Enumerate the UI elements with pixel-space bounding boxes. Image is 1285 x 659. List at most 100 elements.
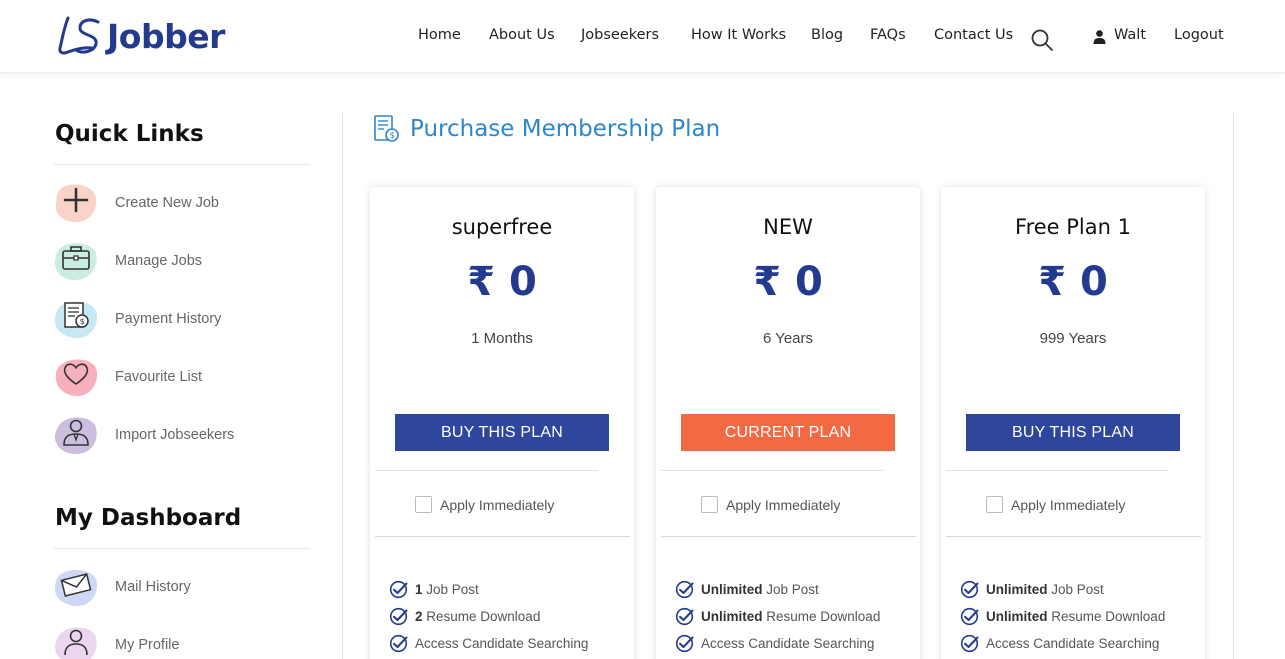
sidebar-item-label: Mail History [115,579,191,595]
card-divider [661,536,916,537]
nav-contact-us[interactable]: Contact Us [934,27,1013,43]
sidebar-item-mail-history[interactable]: Mail History [54,565,310,609]
plus-icon [54,181,98,225]
feature-text: Resume Download [1047,609,1166,624]
plan-name: superfree [451,215,553,239]
check-circle-icon [389,634,408,653]
feature-text: Access Candidate Searching [701,636,875,651]
check-circle-icon [960,634,979,653]
plan-feature: Unlimited Job Post [960,580,1104,599]
plan-price: ₹ 0 [753,259,823,305]
check-circle-icon [675,607,694,626]
search-icon[interactable] [1030,28,1054,52]
check-circle-icon [389,607,408,626]
plan-duration: 6 Years [762,330,814,347]
plan-feature: 2 Resume Download [389,607,540,626]
apply-immediately-checkbox[interactable] [986,496,1003,513]
mail-icon [54,565,98,609]
dashboard-divider [54,548,310,549]
payment-receipt-icon: $ [374,115,399,142]
nav-user-name[interactable]: Walt [1114,27,1146,43]
site-header: Jobber Home About Us Jobseekers How It W… [0,0,1285,73]
apply-immediately-option[interactable]: Apply Immediately [701,496,840,513]
plan-name: Free Plan 1 [1015,215,1131,239]
card-divider [375,536,630,537]
content-divider-left [342,113,343,659]
nav-about-us[interactable]: About Us [489,27,555,43]
card-divider [375,470,598,471]
quick-links-divider [54,164,310,165]
feature-strong: 1 [415,582,423,597]
buy-plan-button[interactable]: BUY THIS PLAN [395,414,609,451]
profile-icon [54,623,98,659]
sidebar-item-label: Import Jobseekers [115,427,235,443]
buy-plan-button[interactable]: BUY THIS PLAN [966,414,1180,451]
feature-text: Access Candidate Searching [986,636,1160,651]
plan-card-free-plan-1: Free Plan 1 ₹ 0 999 Years BUY THIS PLAN … [941,187,1205,659]
nav-blog[interactable]: Blog [811,27,843,43]
nav-how-it-works[interactable]: How It Works [691,27,786,43]
user-tie-icon [54,413,98,457]
plan-feature: Access Candidate Searching [960,634,1159,653]
plan-card-superfree: superfree ₹ 0 1 Months BUY THIS PLAN App… [370,187,634,659]
feature-strong: Unlimited [701,582,763,597]
plan-feature: Access Candidate Searching [675,634,874,653]
current-plan-button[interactable]: CURRENT PLAN [681,414,895,451]
card-divider [946,536,1201,537]
feature-text: Resume Download [762,609,881,624]
svg-text:$: $ [80,317,85,326]
feature-strong: Unlimited [986,609,1048,624]
sidebar-item-payment-history[interactable]: $ Payment History [54,297,310,341]
sidebar-item-my-profile[interactable]: My Profile [54,623,310,659]
feature-strong: Unlimited [701,609,763,624]
nav-jobseekers[interactable]: Jobseekers [581,27,659,43]
user-icon [1093,30,1106,44]
receipt-icon: $ [54,297,98,341]
svg-text:$: $ [390,131,395,141]
feature-strong: 2 [415,609,423,624]
plan-duration: 1 Months [471,330,533,347]
apply-immediately-checkbox[interactable] [701,496,718,513]
apply-immediately-option[interactable]: Apply Immediately [415,496,554,513]
plan-duration: 999 Years [1039,330,1107,347]
brand-name: Jobber [107,16,225,56]
brand-logo[interactable]: Jobber [54,14,225,58]
sidebar-item-label: Manage Jobs [115,253,203,269]
apply-immediately-option[interactable]: Apply Immediately [986,496,1125,513]
sidebar-item-label: My Profile [115,637,180,653]
sidebar-item-manage-jobs[interactable]: Manage Jobs [54,239,310,283]
sidebar-item-label: Favourite List [115,369,203,385]
logo-mark-icon [58,16,100,55]
plan-feature: Unlimited Job Post [675,580,819,599]
feature-strong: Unlimited [986,582,1048,597]
plan-feature: Access Candidate Searching [389,634,588,653]
check-circle-icon [675,634,694,653]
sidebar-item-import-jobseekers[interactable]: Import Jobseekers [54,413,310,457]
nav-logout[interactable]: Logout [1174,27,1224,43]
apply-immediately-label: Apply Immediately [726,496,841,513]
check-circle-icon [675,580,694,599]
plan-price: ₹ 0 [467,259,537,305]
page-title: Purchase Membership Plan [410,116,721,142]
nav-faqs[interactable]: FAQs [870,27,906,43]
sidebar-item-favourite-list[interactable]: Favourite List [54,355,310,399]
check-circle-icon [960,607,979,626]
plan-name: NEW [763,215,813,239]
heart-icon [54,355,98,399]
plan-card-new: NEW ₹ 0 6 Years CURRENT PLAN Apply Immed… [656,187,920,659]
page-header: $ Purchase Membership Plan [372,114,720,144]
my-dashboard-title: My Dashboard [55,505,242,531]
plan-feature: 1 Job Post [389,580,479,599]
card-divider [946,470,1169,471]
check-circle-icon [960,580,979,599]
briefcase-icon [54,239,98,283]
feature-text: Job Post [1047,582,1104,597]
sidebar-item-label: Create New Job [115,195,219,211]
nav-home[interactable]: Home [418,27,461,43]
apply-immediately-checkbox[interactable] [415,496,432,513]
feature-text: Access Candidate Searching [415,636,589,651]
feature-text: Resume Download [422,609,541,624]
plan-feature: Unlimited Resume Download [675,607,880,626]
apply-immediately-label: Apply Immediately [1011,496,1126,513]
sidebar-item-create-new-job[interactable]: Create New Job [54,181,310,225]
